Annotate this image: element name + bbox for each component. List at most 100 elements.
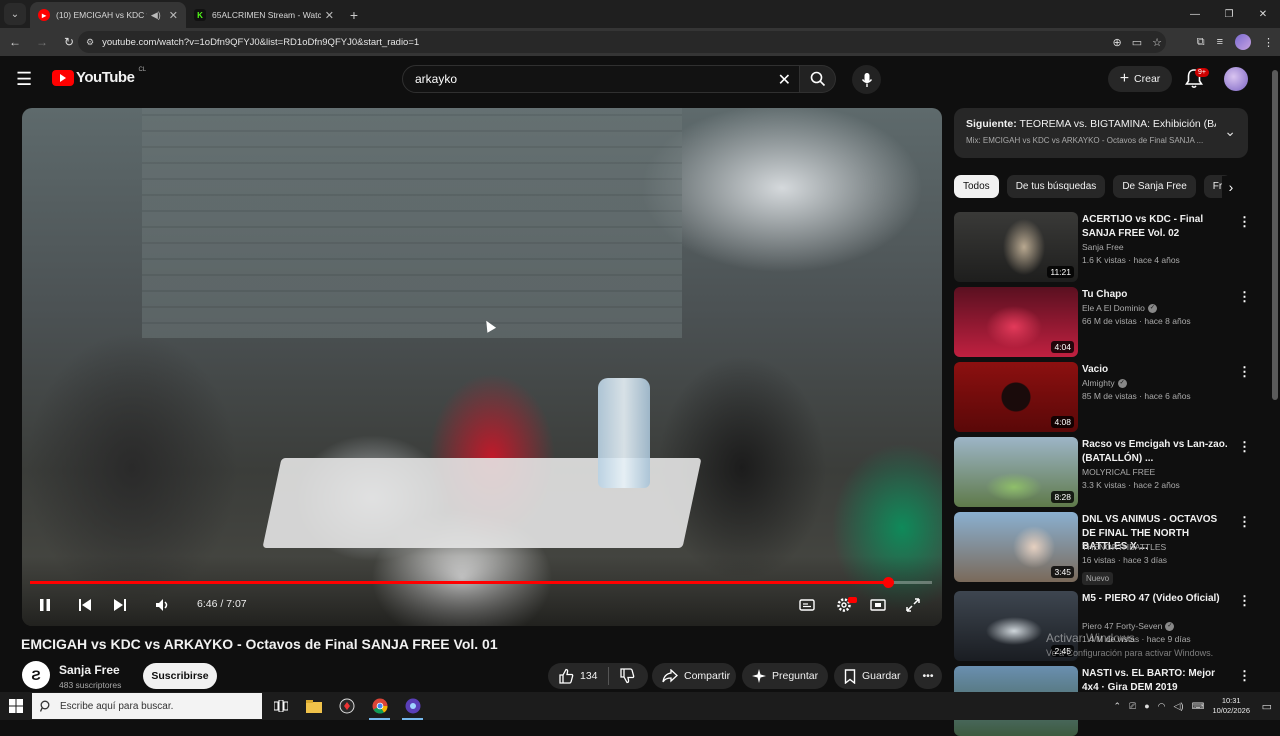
video-thumbnail[interactable]: 3:45: [954, 512, 1078, 582]
minimize-icon[interactable]: —: [1178, 0, 1212, 28]
search-button[interactable]: [800, 65, 836, 93]
input-method-icon[interactable]: ⌨: [1191, 701, 1204, 712]
recommendation-item[interactable]: 3:45 DNL VS ANIMUS - OCTAVOS DE FINAL THE…: [954, 512, 1254, 585]
more-vertical-icon[interactable]: ⋮: [1238, 668, 1251, 684]
kick-icon: K: [194, 9, 206, 21]
recommendation-title[interactable]: Racso vs Emcigah vs Lan-zao. (BATALLÓN) …: [1082, 438, 1232, 465]
taskbar-clock[interactable]: 10:31 10/02/2026: [1212, 696, 1250, 716]
chrome-icon[interactable]: [363, 692, 396, 720]
more-vertical-icon[interactable]: ⋮: [1238, 439, 1251, 455]
recommendation-channel: Almighty ✓: [1082, 378, 1127, 389]
more-vertical-icon[interactable]: ⋮: [1238, 514, 1251, 530]
channel-avatar[interactable]: Ƨ: [22, 661, 50, 689]
file-explorer-icon[interactable]: [297, 692, 330, 720]
recommendation-title[interactable]: M5 - PIERO 47 (Video Oficial): [1082, 592, 1232, 606]
recommendation-item[interactable]: 4:08 Vacio Almighty ✓ 85 M de vistas · hace …: [954, 362, 1254, 432]
cast-icon[interactable]: ▭: [1132, 36, 1142, 49]
speaker-icon[interactable]: ◀): [151, 10, 161, 21]
recommendation-item[interactable]: 8:28 Racso vs Emcigah vs Lan-zao. (BATALL…: [954, 437, 1254, 507]
restore-icon[interactable]: ❐: [1212, 0, 1246, 28]
dislike-button[interactable]: [609, 663, 645, 689]
voice-search-button[interactable]: [852, 65, 881, 94]
up-next-panel[interactable]: Siguiente: TEOREMA vs. BIGTAMINA: Exhibi…: [954, 108, 1248, 158]
video-thumbnail[interactable]: 4:08: [954, 362, 1078, 432]
recommendation-title[interactable]: NASTI vs. EL BARTO: Mejor 4x4 · Gira DEM…: [1082, 667, 1232, 694]
subtitles-button[interactable]: [797, 594, 817, 616]
chevron-down-icon[interactable]: ⌄: [1224, 123, 1236, 140]
progress-bar[interactable]: [30, 577, 932, 588]
more-vertical-icon[interactable]: ⋮: [1238, 593, 1251, 609]
search-input[interactable]: arkayko ✕: [402, 65, 800, 93]
app-icon[interactable]: [396, 692, 429, 720]
site-info-icon[interactable]: ⚙: [86, 37, 94, 48]
next-button[interactable]: [111, 594, 129, 616]
system-tray: ⌃ ⎚ ● ◠ ◁) ⌨ 10:31 10/02/2026: [1113, 692, 1250, 720]
more-vertical-icon[interactable]: ⋮: [1238, 214, 1251, 230]
more-vertical-icon[interactable]: ⋮: [1238, 364, 1251, 380]
account-avatar[interactable]: [1224, 67, 1248, 91]
wifi-icon[interactable]: ◠: [1158, 701, 1166, 712]
video-thumbnail[interactable]: 8:28: [954, 437, 1078, 507]
miniplayer-button[interactable]: [867, 594, 889, 616]
task-view-icon[interactable]: [264, 692, 297, 720]
app-icon[interactable]: [330, 692, 363, 720]
clear-search-icon[interactable]: ✕: [778, 70, 791, 90]
scrollbar-thumb[interactable]: [1272, 70, 1278, 400]
page-scrollbar[interactable]: [1270, 56, 1280, 692]
menu-kebab-icon[interactable]: ⋮: [1263, 36, 1274, 49]
network-icon[interactable]: ⎚: [1129, 701, 1136, 712]
video-player[interactable]: 6:46 / 7:07: [22, 108, 942, 626]
youtube-logo[interactable]: YouTube CL: [52, 67, 146, 86]
profile-icon[interactable]: [1235, 34, 1251, 50]
tab-youtube[interactable]: ▸ (10) EMCIGAH vs KDC vs AR ◀) ✕: [30, 2, 186, 28]
start-button[interactable]: [0, 692, 32, 720]
chevron-right-icon[interactable]: ›: [1222, 176, 1240, 198]
zoom-icon[interactable]: ⊕: [1113, 36, 1122, 49]
tab-search-button[interactable]: ⌄: [4, 3, 26, 25]
chip-de-tus-busquedas[interactable]: De tus búsquedas: [1006, 175, 1106, 198]
recommendation-item[interactable]: 4:04 Tu Chapo Ele A El Dominio ✓ 66 M de vis…: [954, 287, 1254, 357]
chevron-up-icon[interactable]: ⌃: [1113, 701, 1121, 712]
extensions-icon[interactable]: ⧉: [1197, 36, 1205, 49]
fullscreen-button[interactable]: [903, 594, 923, 616]
save-button[interactable]: Guardar: [834, 663, 908, 689]
forward-icon[interactable]: →: [30, 30, 54, 54]
duration: 7:07: [226, 598, 247, 610]
subscribe-button[interactable]: Suscribirse: [143, 663, 217, 689]
volume-button[interactable]: [153, 594, 173, 616]
up-next-mix: Mix: EMCIGAH vs KDC vs ARKAYKO - Octavos…: [966, 136, 1204, 145]
back-icon[interactable]: ←: [3, 30, 27, 54]
close-tab-icon[interactable]: ✕: [169, 9, 178, 22]
create-button[interactable]: + Crear: [1108, 66, 1172, 92]
video-thumbnail[interactable]: 11:21: [954, 212, 1078, 282]
pause-button[interactable]: [36, 594, 54, 616]
like-button[interactable]: 134: [548, 663, 608, 689]
tab-kick[interactable]: K 65ALCRIMEN Stream - Watch L ✕: [186, 2, 342, 28]
new-tab-button[interactable]: +: [342, 2, 366, 28]
close-tab-icon[interactable]: ✕: [325, 9, 334, 22]
chip-todos[interactable]: Todos: [954, 175, 999, 198]
notification-center-icon[interactable]: ▭: [1262, 700, 1272, 713]
previous-button[interactable]: [76, 594, 94, 616]
recommendation-title[interactable]: ACERTIJO vs KDC - Final SANJA FREE Vol. …: [1082, 213, 1232, 240]
video-thumbnail[interactable]: 4:04: [954, 287, 1078, 357]
microphone-icon: [861, 72, 872, 87]
taskbar-search-input[interactable]: Escribe aquí para buscar.: [32, 693, 262, 719]
channel-name[interactable]: Sanja Free: [59, 663, 120, 677]
bookmark-star-icon[interactable]: ☆: [1152, 36, 1162, 49]
progress-scrubber[interactable]: [882, 577, 894, 588]
more-vertical-icon[interactable]: ⋮: [1238, 289, 1251, 305]
address-bar[interactable]: ⚙ youtube.com/watch?v=1oDfn9QFYJ0&list=R…: [78, 31, 1166, 53]
reading-list-icon[interactable]: ≡: [1217, 36, 1223, 48]
more-actions-button[interactable]: •••: [914, 663, 942, 689]
close-window-icon[interactable]: ✕: [1246, 0, 1280, 28]
recommendation-item[interactable]: 11:21 ACERTIJO vs KDC - Final SANJA FREE …: [954, 212, 1254, 282]
microphone-icon[interactable]: ●: [1144, 701, 1149, 711]
share-button[interactable]: Compartir: [652, 663, 736, 689]
ask-button[interactable]: Preguntar: [742, 663, 828, 689]
recommendation-title[interactable]: Tu Chapo: [1082, 288, 1232, 302]
hamburger-menu-icon[interactable]: ☰: [16, 70, 36, 88]
chip-de-sanja-free[interactable]: De Sanja Free: [1113, 175, 1196, 198]
recommendation-title[interactable]: Vacio: [1082, 363, 1232, 377]
volume-icon[interactable]: ◁): [1174, 701, 1184, 712]
